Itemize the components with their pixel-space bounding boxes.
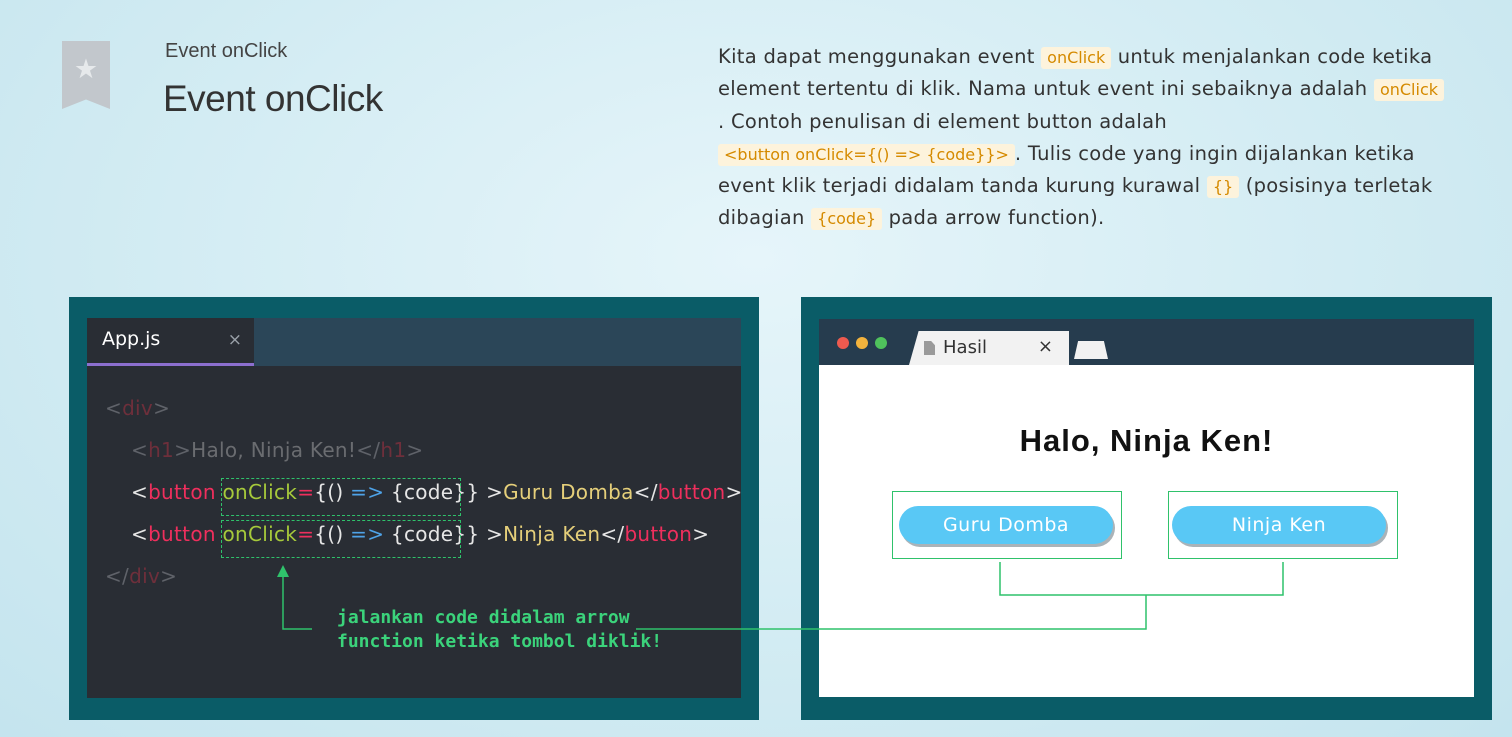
connector-lines <box>277 562 1284 630</box>
connector-to-note <box>636 595 1147 630</box>
arrow-up-icon <box>277 565 289 577</box>
connector-arrow-stem <box>282 574 312 630</box>
connector-buttons <box>999 562 1284 596</box>
